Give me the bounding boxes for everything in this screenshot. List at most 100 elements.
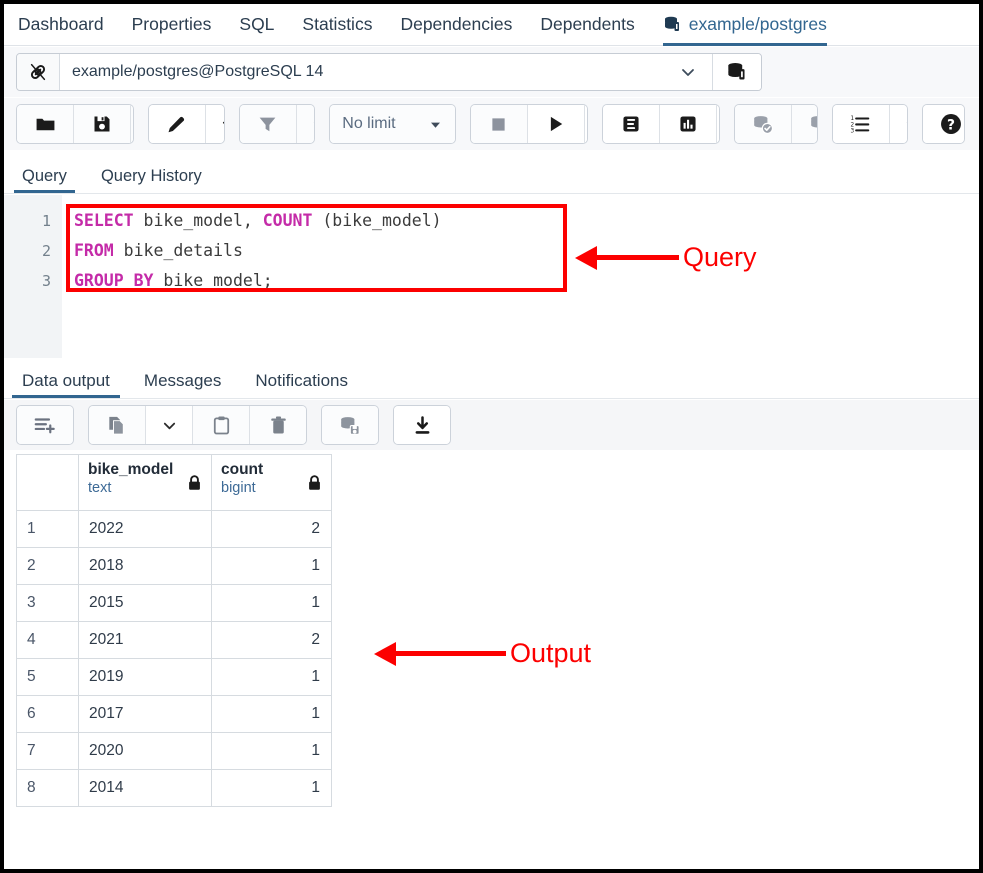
open-file-button[interactable] xyxy=(17,105,74,143)
header-column-bike-model[interactable]: bike_model text xyxy=(79,455,212,511)
database-icon xyxy=(663,15,682,34)
line-number: 1 xyxy=(41,212,51,230)
object-tab-bar: Dashboard Properties SQL Statistics Depe… xyxy=(4,4,979,46)
tab-dependencies-label: Dependencies xyxy=(400,14,513,34)
table-row[interactable]: 6 2017 1 xyxy=(17,696,332,733)
cell-bike-model[interactable]: 2015 xyxy=(79,585,212,622)
tab-notifications-text: Notifications xyxy=(255,371,348,390)
macros-caret[interactable] xyxy=(889,105,908,143)
file-button-group xyxy=(16,104,134,144)
cell-bike-model[interactable]: 2018 xyxy=(79,548,212,585)
rollback-button[interactable] xyxy=(791,105,817,143)
cell-bike-model[interactable]: 2020 xyxy=(79,733,212,770)
results-header-row: bike_model text count bigint xyxy=(17,455,332,511)
table-row[interactable]: 4 2021 2 xyxy=(17,622,332,659)
tab-data-output[interactable]: Data output xyxy=(12,371,120,398)
folder-icon xyxy=(35,114,56,135)
cell-bike-model[interactable]: 2017 xyxy=(79,696,212,733)
download-csv-button[interactable] xyxy=(394,406,450,444)
sql-editor[interactable]: 1 2 3 SELECT bike_model, COUNT (bike_mod… xyxy=(4,195,979,358)
code-line: GROUP BY bike_model; xyxy=(74,266,979,296)
cell-bike-model[interactable]: 2022 xyxy=(79,511,212,548)
tab-statistics[interactable]: Statistics xyxy=(302,4,372,46)
tab-statistics-label: Statistics xyxy=(302,14,373,34)
macros-button[interactable]: 1 2 3 xyxy=(832,105,890,143)
edit-options-caret[interactable] xyxy=(205,105,224,143)
row-number: 8 xyxy=(17,770,79,807)
clipboard-icon xyxy=(211,415,232,436)
table-row[interactable]: 2 2018 1 xyxy=(17,548,332,585)
table-row[interactable]: 8 2014 1 xyxy=(17,770,332,807)
save-file-button[interactable] xyxy=(74,105,131,143)
row-limit-value: No limit xyxy=(342,115,396,132)
cell-count[interactable]: 1 xyxy=(212,659,332,696)
tab-dashboard[interactable]: Dashboard xyxy=(18,4,104,46)
paste-button[interactable] xyxy=(193,406,250,444)
tab-query-history[interactable]: Query History xyxy=(97,167,206,193)
cell-count[interactable]: 2 xyxy=(212,511,332,548)
editor-gutter: 1 2 3 xyxy=(4,195,62,358)
sql-keyword: FROM xyxy=(74,241,114,260)
table-row[interactable]: 7 2020 1 xyxy=(17,733,332,770)
cell-count[interactable]: 1 xyxy=(212,548,332,585)
tab-query[interactable]: Query xyxy=(14,167,75,193)
connection-value: example/postgres@PostgreSQL 14 xyxy=(72,63,324,80)
filter-options-caret[interactable] xyxy=(296,105,315,143)
sql-text: bike_model; xyxy=(153,271,273,290)
table-row[interactable]: 5 2019 1 xyxy=(17,659,332,696)
add-row-button[interactable] xyxy=(17,406,73,444)
output-tab-bar: Data output Messages Notifications xyxy=(4,359,979,399)
edit-button[interactable] xyxy=(148,105,206,143)
explain-options-caret[interactable] xyxy=(716,105,719,143)
header-column-count[interactable]: count bigint xyxy=(212,455,332,511)
delete-row-button[interactable] xyxy=(250,406,306,444)
copy-pages-icon xyxy=(107,415,128,436)
save-options-caret[interactable] xyxy=(131,105,133,143)
tab-query-example-postgres[interactable]: example/postgres xyxy=(662,4,828,46)
query-tab-bar: Query Query History xyxy=(4,156,979,194)
connection-select[interactable]: example/postgres@PostgreSQL 14 xyxy=(60,54,712,90)
line-number: 2 xyxy=(41,242,51,260)
cell-bike-model[interactable]: 2014 xyxy=(79,770,212,807)
cell-count[interactable]: 1 xyxy=(212,733,332,770)
cell-count[interactable]: 1 xyxy=(212,696,332,733)
execute-options-caret[interactable] xyxy=(584,105,587,143)
explain-button[interactable] xyxy=(602,105,660,143)
sql-keyword: GROUP BY xyxy=(74,271,154,290)
row-number: 2 xyxy=(17,548,79,585)
output-annotation: Output xyxy=(374,638,591,669)
cell-count[interactable]: 1 xyxy=(212,770,332,807)
table-row[interactable]: 1 2022 2 xyxy=(17,511,332,548)
row-number: 4 xyxy=(17,622,79,659)
copy-options-caret[interactable] xyxy=(146,406,193,444)
execute-query-button[interactable] xyxy=(527,105,585,143)
editor-code-area[interactable]: SELECT bike_model, COUNT (bike_model) FR… xyxy=(62,195,979,358)
stop-query-button[interactable] xyxy=(470,105,528,143)
tab-dependents[interactable]: Dependents xyxy=(540,4,634,46)
tab-sql-label: SQL xyxy=(239,14,275,34)
explain-analyze-button[interactable] xyxy=(659,105,717,143)
cell-count[interactable]: 1 xyxy=(212,585,332,622)
edit-button-group xyxy=(147,104,225,144)
connection-link-icon[interactable] xyxy=(17,54,60,90)
database-check-icon xyxy=(752,113,774,135)
row-limit-select[interactable]: No limit xyxy=(330,105,455,143)
new-connection-button[interactable] xyxy=(712,54,761,90)
copy-button[interactable] xyxy=(89,406,146,444)
filter-button[interactable] xyxy=(239,105,297,143)
save-data-changes-button[interactable] xyxy=(322,406,378,444)
tab-messages[interactable]: Messages xyxy=(140,371,225,398)
tab-sql[interactable]: SQL xyxy=(239,4,274,46)
macros-button-group: 1 2 3 xyxy=(831,104,909,144)
tab-notifications[interactable]: Notifications xyxy=(251,371,352,398)
tab-dependencies[interactable]: Dependencies xyxy=(400,4,512,46)
table-row[interactable]: 3 2015 1 xyxy=(17,585,332,622)
bar-chart-icon xyxy=(678,114,698,134)
row-limit-group: No limit xyxy=(329,104,456,144)
cell-bike-model[interactable]: 2019 xyxy=(79,659,212,696)
cell-count[interactable]: 2 xyxy=(212,622,332,659)
help-button[interactable]: ? xyxy=(923,105,965,143)
commit-button[interactable] xyxy=(734,105,792,143)
cell-bike-model[interactable]: 2021 xyxy=(79,622,212,659)
tab-properties[interactable]: Properties xyxy=(132,4,212,46)
